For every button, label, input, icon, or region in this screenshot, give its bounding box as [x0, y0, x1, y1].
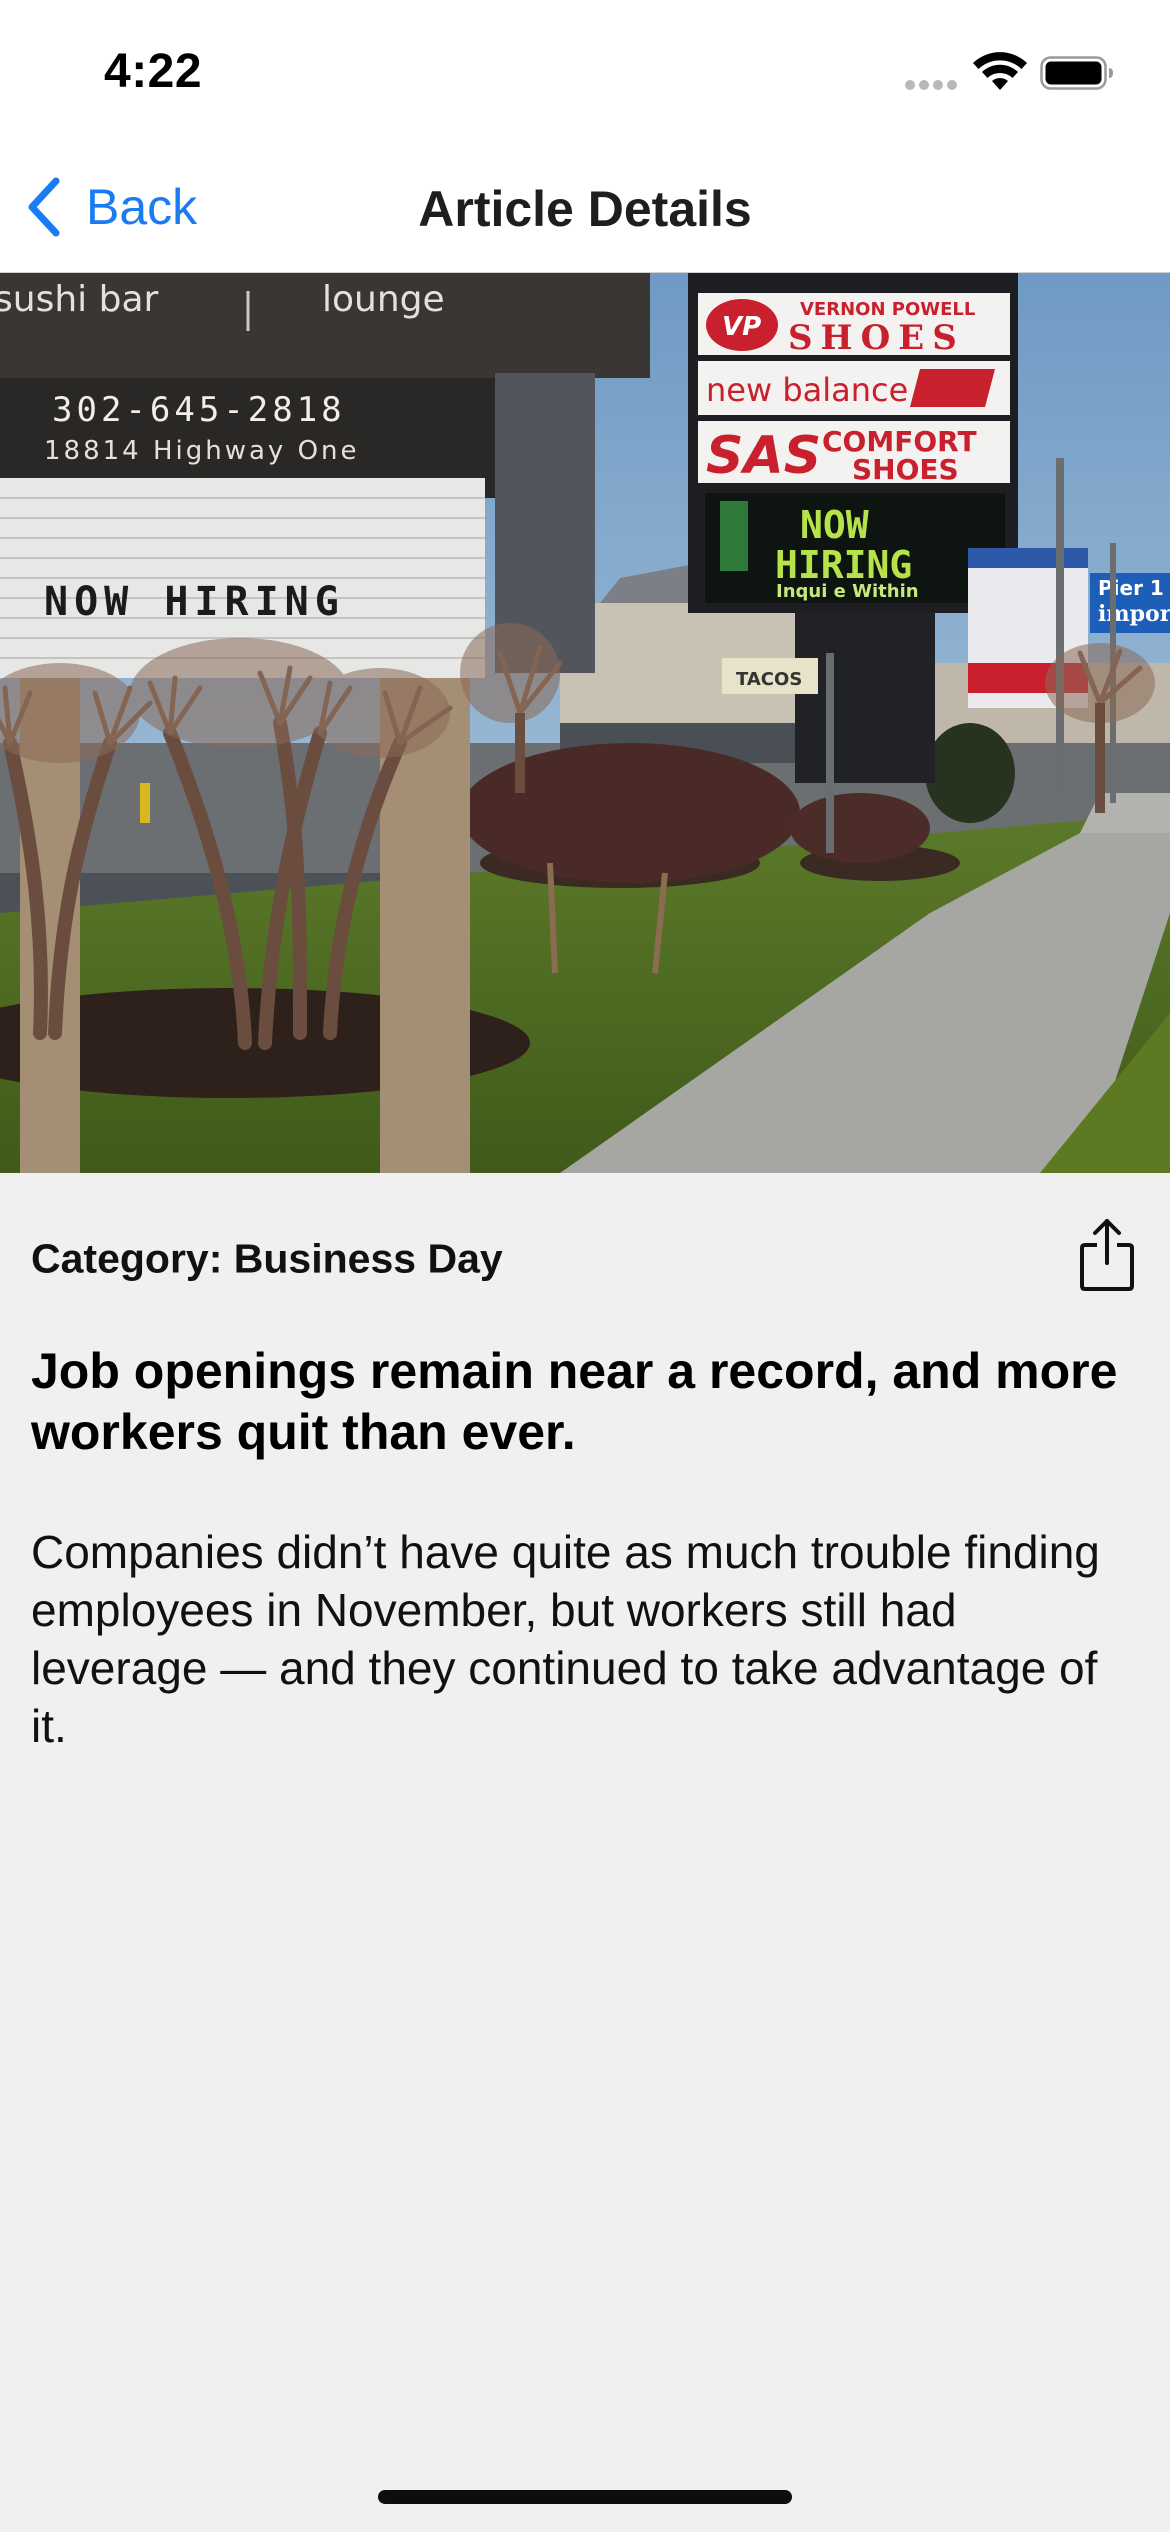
- sign-sushi-bar: sushi bar: [0, 279, 159, 320]
- sign-inquire-within: Inqui e Within: [776, 581, 919, 602]
- sign-lounge: lounge: [322, 279, 445, 320]
- sign-tacos: TACOS: [736, 669, 802, 690]
- article-details-screen: 4:22 Back Article Details sushi bar loun…: [0, 0, 1170, 2532]
- category-value: Business Day: [233, 1235, 503, 1282]
- cellular-signal-icon: [905, 80, 959, 90]
- article-category: Category: Business Day: [31, 1236, 503, 1283]
- sign-now-led: NOW: [800, 503, 869, 547]
- share-icon[interactable]: [1077, 1215, 1137, 1293]
- status-time: 4:22: [104, 45, 203, 98]
- sign-phone: 302-645-2818: [52, 390, 346, 430]
- sign-vp-logo: VP: [722, 312, 761, 342]
- battery-icon: [1040, 56, 1113, 90]
- sign-vernon-powell: VERNON POWELL: [800, 299, 975, 320]
- article-hero-image: sushi bar lounge 302-645-2818 18814 High…: [0, 273, 1170, 1173]
- wifi-icon: [973, 52, 1027, 90]
- article-summary: Companies didn’t have quite as much trou…: [31, 1526, 1100, 1752]
- sign-new-balance: new balance: [706, 371, 908, 409]
- sign-imports: impor: [1098, 601, 1170, 627]
- home-indicator[interactable]: [378, 2490, 792, 2504]
- sign-pier1: Pier 1: [1098, 576, 1164, 600]
- sign-address: 18814 Highway One: [44, 436, 360, 466]
- page-title: Article Details: [418, 181, 752, 237]
- status-bar: 4:22: [0, 0, 1170, 140]
- sign-comfort-shoes: SHOES: [852, 453, 959, 486]
- navigation-bar: Back Article Details: [0, 140, 1170, 273]
- storefront-photo: sushi bar lounge 302-645-2818 18814 High…: [0, 273, 1170, 1173]
- article-headline: Job openings remain near a record, and m…: [31, 1343, 1118, 1460]
- sign-now-hiring-board: NOW HIRING: [44, 579, 345, 625]
- sign-sas: SAS: [706, 426, 821, 486]
- category-label: Category:: [31, 1235, 223, 1282]
- category-row: Category: Business Day: [31, 1215, 1141, 1305]
- sign-shoes: SHOES: [788, 318, 965, 358]
